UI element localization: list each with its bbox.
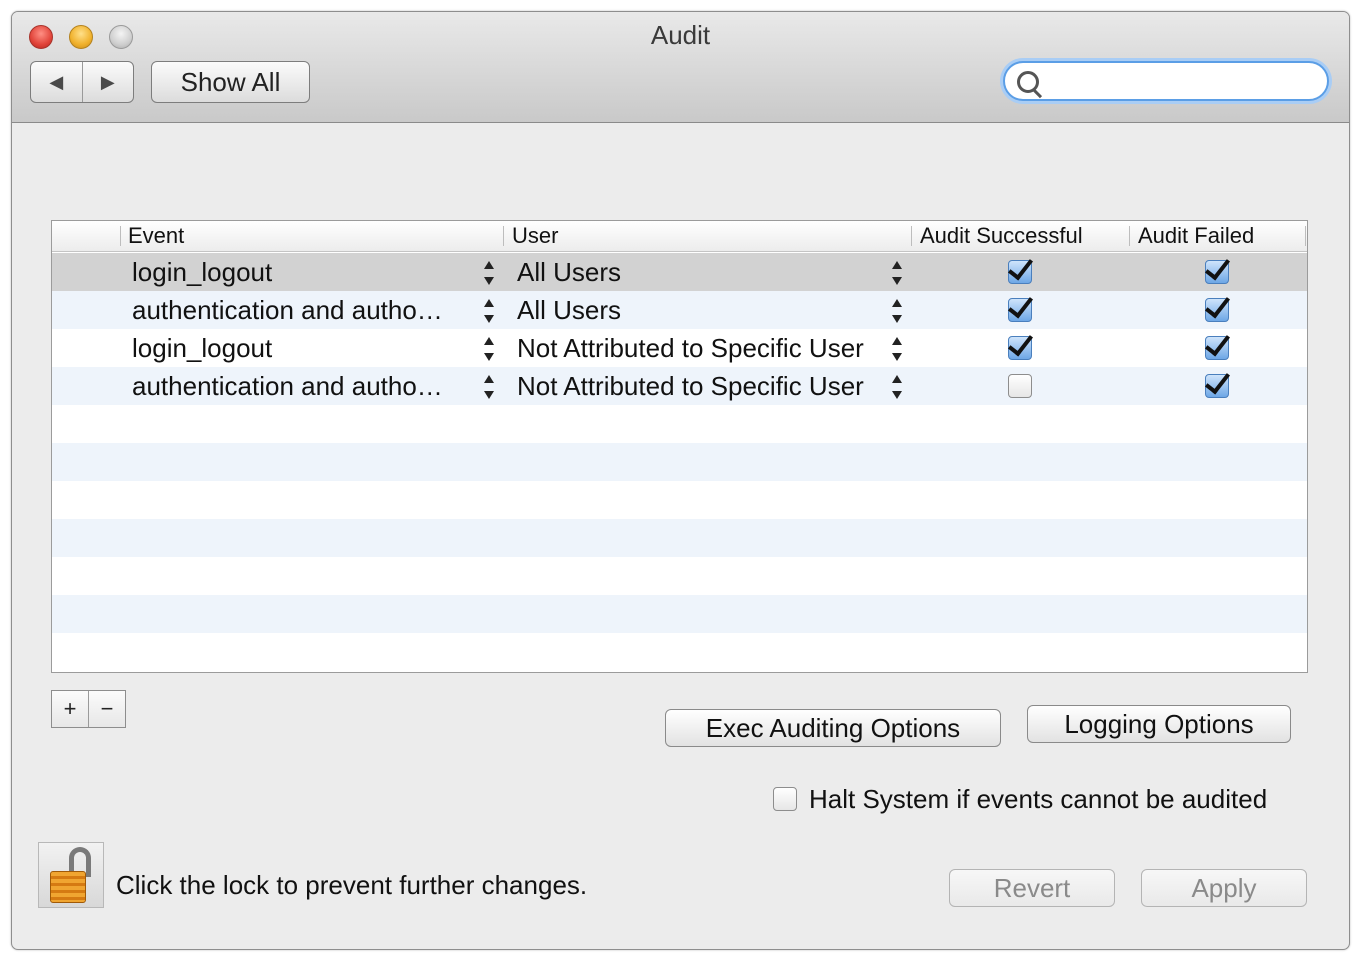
column-header-event[interactable]: Event (120, 221, 500, 251)
show-all-button[interactable]: Show All (151, 61, 310, 103)
titlebar: Audit ◀ ▶ Show All (12, 12, 1349, 123)
search-field[interactable] (1003, 61, 1329, 101)
event-stepper-icon[interactable] (482, 336, 496, 362)
audit-failed-checkbox[interactable] (1205, 298, 1229, 322)
column-header-user[interactable]: User (504, 221, 904, 251)
event-stepper-icon[interactable] (482, 374, 496, 400)
table-row[interactable]: login_logout All Users (52, 253, 1307, 291)
event-cell[interactable]: authentication and autho… (132, 291, 477, 329)
back-button[interactable]: ◀ (31, 62, 82, 102)
search-icon (1017, 71, 1039, 93)
halt-system-label: Halt System if events cannot be audited (809, 783, 1268, 814)
audit-failed-checkbox[interactable] (1205, 260, 1229, 284)
chevron-left-icon: ◀ (49, 71, 64, 92)
user-stepper-icon[interactable] (890, 298, 904, 324)
audit-events-table: Event User Audit Successful Audit Failed… (51, 220, 1308, 673)
user-cell[interactable]: All Users (517, 291, 887, 329)
empty-row (52, 595, 1307, 633)
empty-row (52, 633, 1307, 671)
logging-options-button[interactable]: Logging Options (1027, 705, 1291, 743)
empty-row (52, 443, 1307, 481)
empty-row (52, 557, 1307, 595)
event-cell[interactable]: login_logout (132, 329, 477, 367)
table-row[interactable]: authentication and autho… Not Attributed… (52, 367, 1307, 405)
user-stepper-icon[interactable] (890, 336, 904, 362)
halt-system-option[interactable]: Halt System if events cannot be audited (773, 782, 1267, 816)
lock-hint-text: Click the lock to prevent further change… (116, 870, 588, 900)
event-cell[interactable]: login_logout (132, 253, 477, 291)
user-cell[interactable]: Not Attributed to Specific User (517, 329, 887, 367)
user-cell[interactable]: Not Attributed to Specific User (517, 367, 887, 405)
table-header: Event User Audit Successful Audit Failed (52, 221, 1307, 252)
revert-button[interactable]: Revert (949, 869, 1115, 907)
search-input[interactable] (1049, 67, 1313, 97)
column-header-audit-failed[interactable]: Audit Failed (1130, 221, 1305, 251)
lock-button[interactable] (38, 842, 104, 908)
add-event-button[interactable]: + (52, 691, 88, 727)
halt-system-checkbox[interactable] (773, 787, 797, 811)
table-row[interactable]: login_logout Not Attributed to Specific … (52, 329, 1307, 367)
event-stepper-icon[interactable] (482, 298, 496, 324)
audit-successful-checkbox[interactable] (1008, 336, 1032, 360)
back-forward-control: ◀ ▶ (30, 61, 134, 103)
apply-button[interactable]: Apply (1141, 869, 1307, 907)
audit-failed-checkbox[interactable] (1205, 336, 1229, 360)
user-stepper-icon[interactable] (890, 260, 904, 286)
forward-button[interactable]: ▶ (81, 62, 134, 102)
window-title: Audit (650, 20, 711, 50)
empty-row (52, 519, 1307, 557)
user-cell[interactable]: All Users (517, 253, 887, 291)
chevron-right-icon: ▶ (100, 71, 115, 92)
column-divider (1305, 226, 1306, 246)
audit-successful-checkbox[interactable] (1008, 374, 1032, 398)
empty-row (52, 405, 1307, 443)
audit-successful-checkbox[interactable] (1008, 260, 1032, 284)
audit-window: Audit ◀ ▶ Show All Event User Audit Succ… (11, 11, 1350, 950)
user-stepper-icon[interactable] (890, 374, 904, 400)
add-remove-control: + − (51, 690, 126, 728)
remove-event-button[interactable]: − (88, 691, 125, 727)
empty-row (52, 481, 1307, 519)
event-cell[interactable]: authentication and autho… (132, 367, 477, 405)
event-stepper-icon[interactable] (482, 260, 496, 286)
audit-failed-checkbox[interactable] (1205, 374, 1229, 398)
audit-successful-checkbox[interactable] (1008, 298, 1032, 322)
unlocked-padlock-icon (50, 871, 86, 903)
exec-auditing-options-button[interactable]: Exec Auditing Options (665, 709, 1001, 747)
column-header-audit-successful[interactable]: Audit Successful (912, 221, 1127, 251)
table-row[interactable]: authentication and autho… All Users (52, 291, 1307, 329)
